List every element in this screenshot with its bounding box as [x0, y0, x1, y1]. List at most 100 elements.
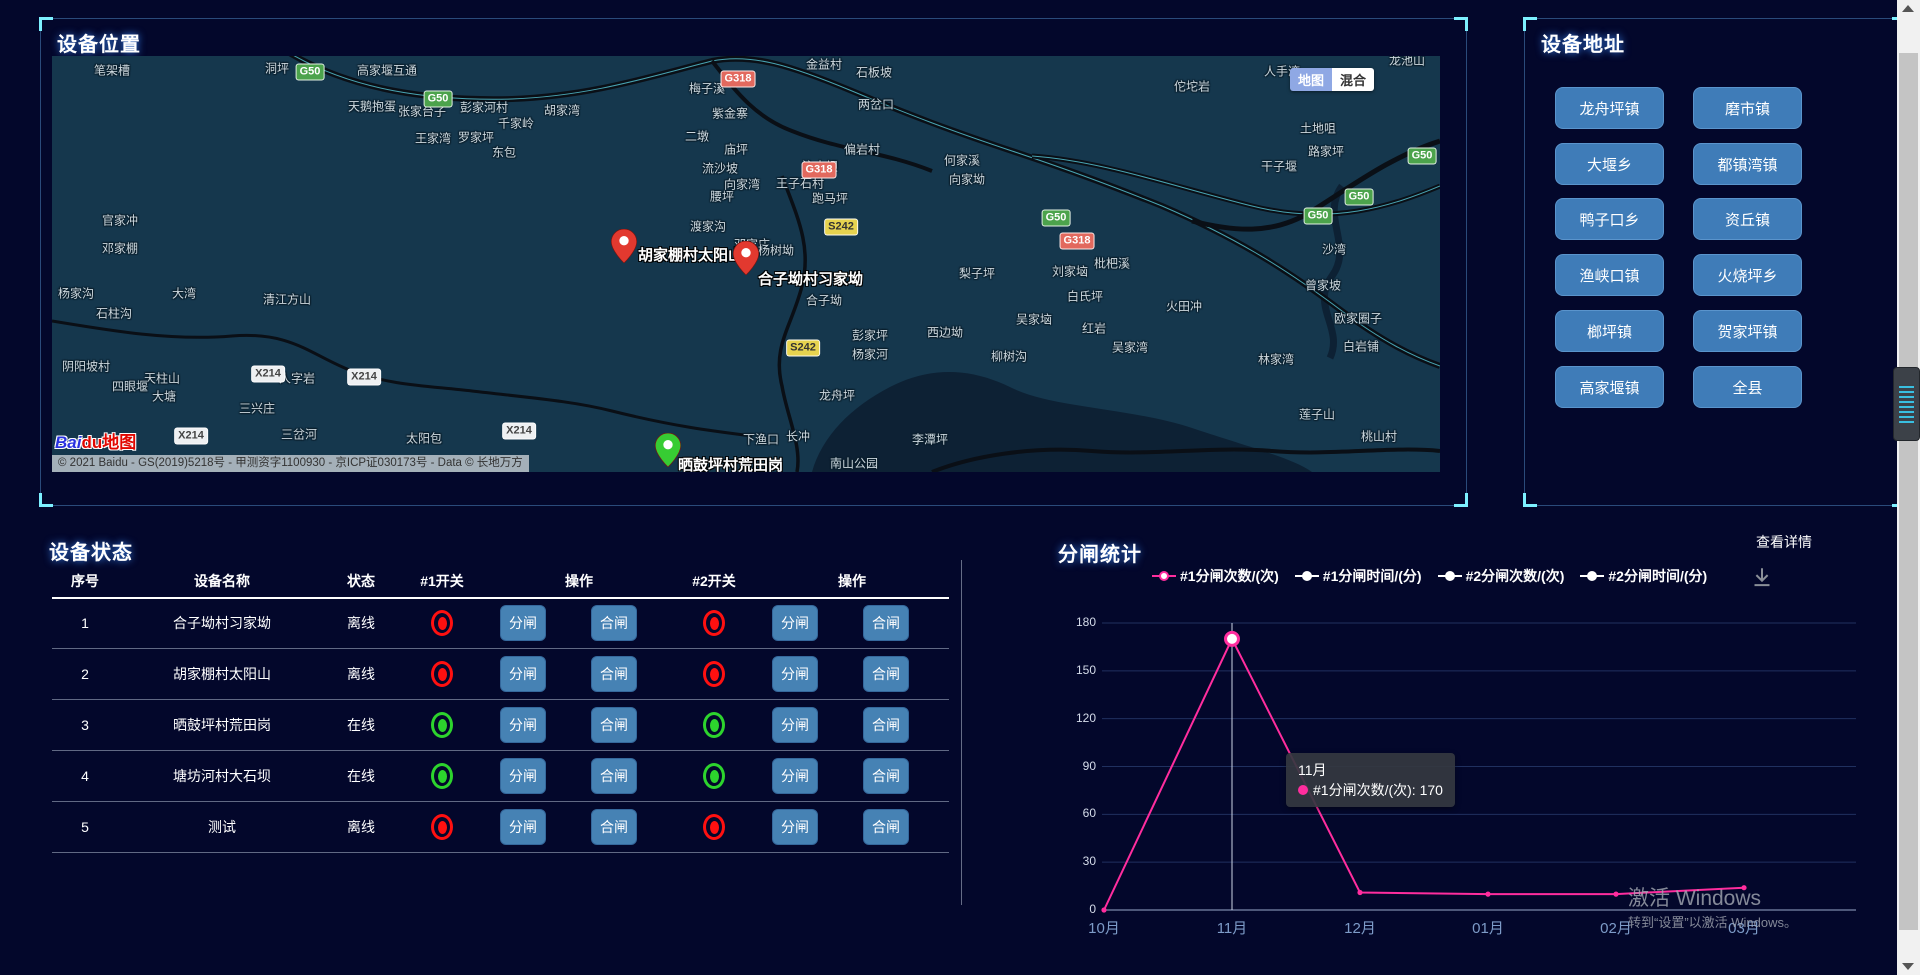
- x-axis-tick: 10月: [1074, 917, 1134, 938]
- map-place-label: 吴家垴: [1016, 311, 1052, 328]
- close-button-sw2[interactable]: 合闸: [863, 809, 909, 845]
- address-button[interactable]: 大堰乡: [1555, 143, 1664, 185]
- address-button[interactable]: 榔坪镇: [1555, 310, 1664, 352]
- map-place-label: 洞坪: [265, 60, 289, 77]
- close-button-sw2[interactable]: 合闸: [863, 707, 909, 743]
- device-status: 离线: [347, 664, 375, 684]
- y-axis-tick: 120: [1064, 711, 1096, 725]
- row-index: 3: [81, 717, 89, 733]
- x-axis-tick: 11月: [1202, 917, 1262, 938]
- address-button[interactable]: 全县: [1693, 366, 1802, 408]
- baidu-logo: Baidu地图: [55, 428, 136, 453]
- road-badge-g50: G50: [1304, 208, 1333, 225]
- switch1-indicator-red: [431, 814, 453, 840]
- tooltip-title: 11月: [1298, 760, 1443, 780]
- map-type-map[interactable]: 地图: [1290, 68, 1332, 91]
- y-axis-tick: 150: [1064, 663, 1096, 677]
- trip-button-sw2[interactable]: 分闸: [772, 605, 818, 641]
- map-type-hybrid[interactable]: 混合: [1332, 68, 1374, 91]
- close-button-sw1[interactable]: 合闸: [591, 707, 637, 743]
- address-button[interactable]: 资丘镇: [1693, 198, 1802, 240]
- corner-decoration: [1454, 17, 1468, 31]
- table-header-4: 操作: [565, 571, 593, 591]
- map-place-label: 吴家湾: [1112, 339, 1148, 356]
- map-place-label: 莲子山: [1299, 406, 1335, 423]
- map-place-label: 杨树坳: [758, 242, 794, 259]
- map-place-label: 三兴庄: [239, 400, 275, 417]
- map-place-label: 路家坪: [1308, 143, 1344, 160]
- trip-button-sw2[interactable]: 分闸: [772, 656, 818, 692]
- trip-button-sw1[interactable]: 分闸: [500, 656, 546, 692]
- trip-button-sw1[interactable]: 分闸: [500, 758, 546, 794]
- switch1-indicator-red: [431, 610, 453, 636]
- table-header-0: 序号: [71, 571, 99, 591]
- map-place-label: 龙池山: [1389, 56, 1425, 69]
- close-button-sw2[interactable]: 合闸: [863, 758, 909, 794]
- device-address-title: 设备地址: [1541, 28, 1625, 57]
- address-button[interactable]: 磨市镇: [1693, 87, 1802, 129]
- device-name: 晒鼓坪村荒田岗: [173, 715, 271, 735]
- windows-activation-watermark-sub: 转到“设置”以激活 Windows。: [1628, 912, 1797, 931]
- map-place-label: 金益村: [806, 56, 842, 73]
- map-place-label: 罗家坪: [458, 129, 494, 146]
- road-badge-s242: S242: [824, 219, 858, 236]
- road-badge-x214: X214: [174, 428, 208, 445]
- red-map-pin[interactable]: [611, 229, 637, 263]
- switch1-indicator-red: [431, 661, 453, 687]
- scrollbar-thumb[interactable]: [1899, 53, 1918, 930]
- close-button-sw1[interactable]: 合闸: [591, 809, 637, 845]
- vertical-scrollbar[interactable]: [1897, 0, 1920, 975]
- address-button[interactable]: 鸭子口乡: [1555, 198, 1664, 240]
- corner-decoration: [39, 493, 53, 507]
- map-place-label: 土地咀: [1300, 120, 1336, 137]
- scrollbar-down-arrow[interactable]: [1902, 963, 1914, 970]
- switch2-indicator-green: [703, 763, 725, 789]
- map-copyright: © 2021 Baidu - GS(2019)5218号 - 甲测资字11009…: [52, 455, 529, 472]
- baidu-map[interactable]: 笔架槽洞坪高家堰互通天鹅抱蛋胡家湾梅子溪紫金寨二墩流沙坡沁水坝腰坪跑马坪渡家沟邓…: [52, 56, 1440, 472]
- scrollbar-up-arrow[interactable]: [1902, 5, 1914, 12]
- x-axis-tick: 12月: [1330, 917, 1390, 938]
- close-button-sw2[interactable]: 合闸: [863, 605, 909, 641]
- red-map-pin[interactable]: [733, 241, 759, 275]
- trip-button-sw1[interactable]: 分闸: [500, 605, 546, 641]
- address-button[interactable]: 渔峡口镇: [1555, 254, 1664, 296]
- corner-decoration: [1523, 17, 1537, 31]
- address-button[interactable]: 贺家坪镇: [1693, 310, 1802, 352]
- trip-button-sw2[interactable]: 分闸: [772, 758, 818, 794]
- map-place-label: 向家湾: [724, 176, 760, 193]
- trip-button-sw2[interactable]: 分闸: [772, 707, 818, 743]
- map-place-label: 梨子坪: [959, 265, 995, 282]
- map-place-label: 龙舟坪: [819, 387, 855, 404]
- trip-button-sw1[interactable]: 分闸: [500, 809, 546, 845]
- device-status: 在线: [347, 766, 375, 786]
- line-chart[interactable]: [1040, 525, 1920, 975]
- map-pin-label: 胡家棚村太阳山: [638, 244, 743, 265]
- address-button[interactable]: 都镇湾镇: [1693, 143, 1802, 185]
- trip-stats-panel: 分闸统计 查看详情 #1分闸次数/(次)#1分闸时间/(分)#2分闸次数/(次)…: [1040, 525, 1920, 975]
- close-button-sw1[interactable]: 合闸: [591, 605, 637, 641]
- map-place-label: 天柱山: [144, 370, 180, 387]
- map-place-label: 欧家圈子: [1334, 310, 1382, 327]
- road-badge-s242: S242: [786, 340, 820, 357]
- address-button[interactable]: 火烧坪乡: [1693, 254, 1802, 296]
- close-button-sw1[interactable]: 合闸: [591, 656, 637, 692]
- address-button[interactable]: 高家堰镇: [1555, 366, 1664, 408]
- map-place-label: 四眼堰: [112, 378, 148, 395]
- close-button-sw1[interactable]: 合闸: [591, 758, 637, 794]
- row-index: 2: [81, 666, 89, 682]
- trip-button-sw2[interactable]: 分闸: [772, 809, 818, 845]
- device-name: 测试: [208, 817, 236, 837]
- map-type-control[interactable]: 地图 混合: [1290, 68, 1374, 91]
- device-status-title: 设备状态: [49, 536, 133, 565]
- close-button-sw2[interactable]: 合闸: [863, 656, 909, 692]
- map-place-label: 大湾: [172, 285, 196, 302]
- table-row-separator: [52, 801, 949, 802]
- map-place-label: 三岔河: [281, 426, 317, 443]
- y-axis-tick: 60: [1064, 806, 1096, 820]
- device-name: 塘坊河村大石坝: [173, 766, 271, 786]
- address-button[interactable]: 龙舟坪镇: [1555, 87, 1664, 129]
- map-place-label: 桃山村: [1361, 428, 1397, 445]
- chart-tooltip: 11月 #1分闸次数/(次): 170: [1286, 753, 1455, 807]
- road-badge-g318: G318: [802, 162, 837, 179]
- trip-button-sw1[interactable]: 分闸: [500, 707, 546, 743]
